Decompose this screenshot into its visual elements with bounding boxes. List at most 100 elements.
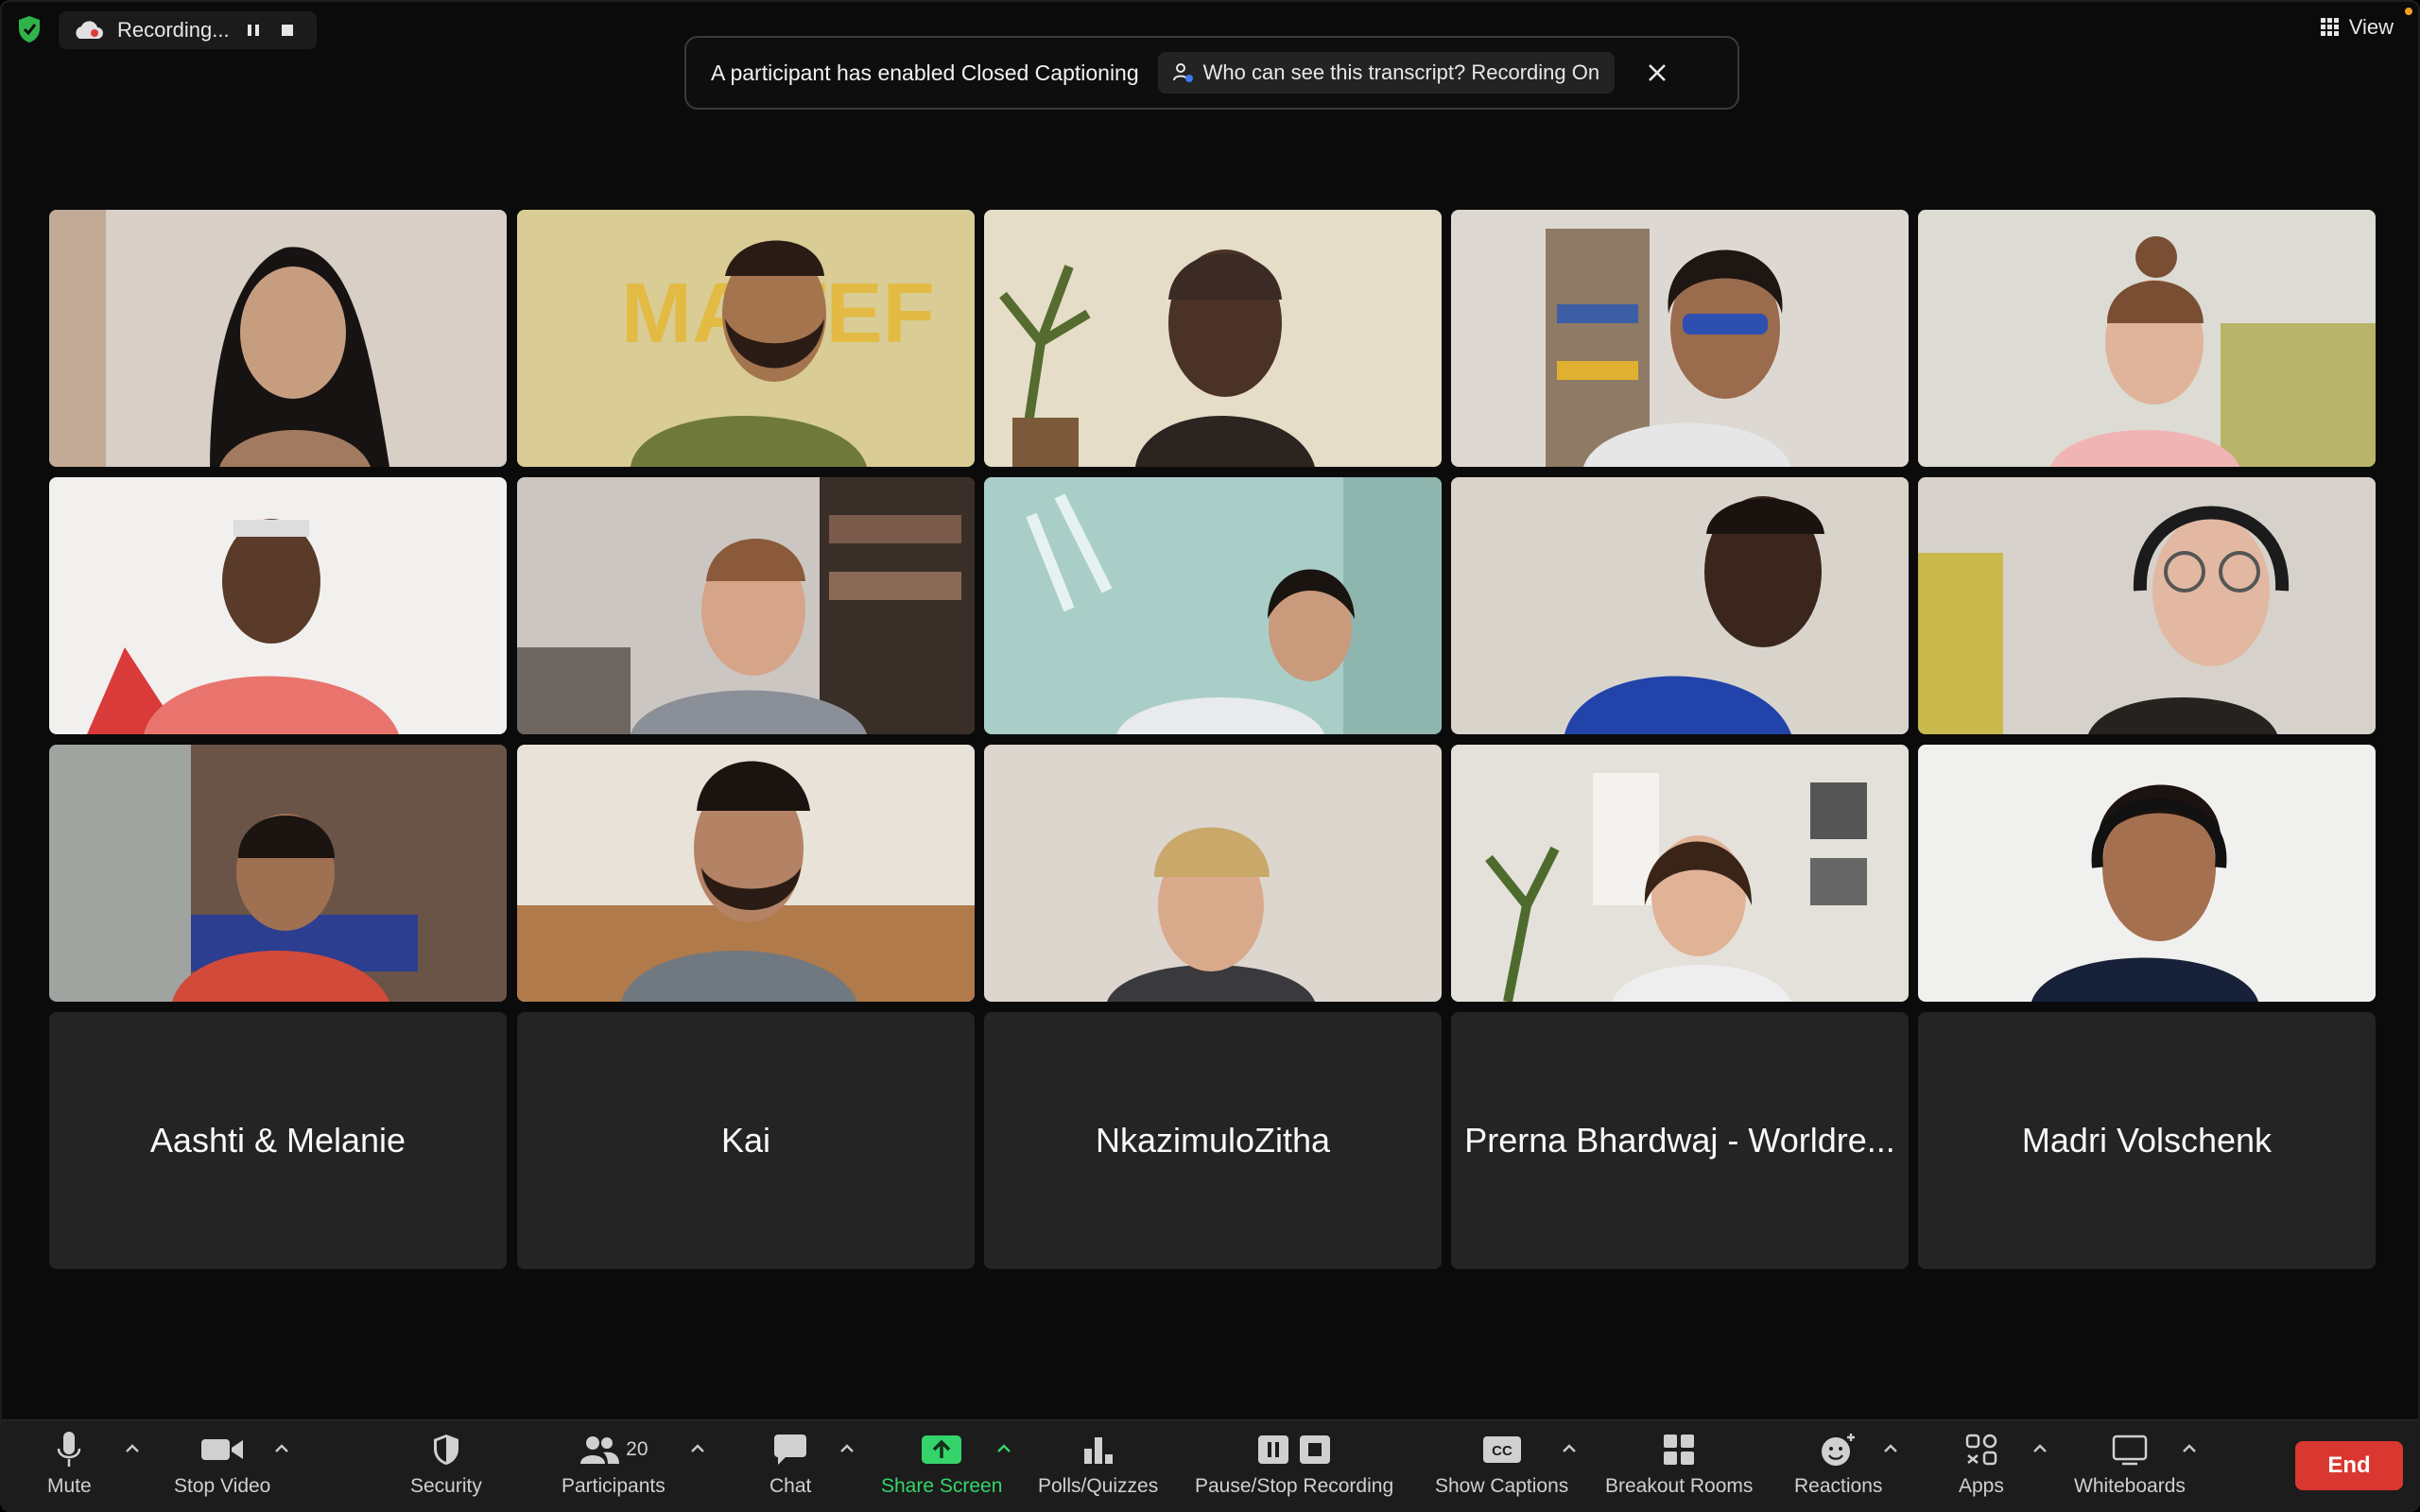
banner-message: A participant has enabled Closed Caption… <box>711 60 1139 85</box>
polls-quizzes-button[interactable]: Polls/Quizzes <box>1038 1428 1158 1498</box>
breakout-rooms-label: Breakout Rooms <box>1605 1475 1754 1497</box>
reactions-button[interactable]: Reactions <box>1794 1428 1882 1498</box>
participant-name-tile[interactable]: Madri Volschenk <box>1918 1012 2376 1269</box>
captions-icon-text: CC <box>1492 1443 1512 1459</box>
participant-video-tile[interactable] <box>1451 477 1909 734</box>
whiteboards-label: Whiteboards <box>2074 1475 2186 1497</box>
reactions-options-chevron-icon[interactable] <box>1881 1441 1900 1456</box>
participant-video-tile[interactable] <box>517 745 975 1002</box>
participant-video-tile[interactable] <box>1918 210 2376 467</box>
participants-button[interactable]: 20 Participants <box>562 1428 666 1498</box>
participant-name: Aashti & Melanie <box>149 1121 406 1160</box>
participant-video-feed <box>1918 477 2376 734</box>
participant-name-tile[interactable]: Prerna Bhardwaj - Worldre... <box>1451 1012 1909 1269</box>
stop-recording-icon[interactable] <box>277 20 298 41</box>
video-options-chevron-icon[interactable] <box>272 1441 291 1456</box>
view-label: View <box>2348 15 2394 39</box>
end-label: End <box>2327 1452 2371 1478</box>
participant-video-tile[interactable] <box>49 745 507 1002</box>
pause-stop-recording-button[interactable]: Pause/Stop Recording <box>1195 1428 1393 1498</box>
pause-recording-icon[interactable] <box>243 20 264 41</box>
participant-video-tile[interactable] <box>1918 477 2376 734</box>
share-screen-label: Share Screen <box>881 1475 1003 1497</box>
person-lock-icon <box>1172 63 1193 82</box>
apps-options-chevron-icon[interactable] <box>2031 1441 2049 1456</box>
end-meeting-button[interactable]: End <box>2295 1441 2403 1490</box>
bar-chart-icon <box>1083 1437 1113 1464</box>
stop-video-button[interactable]: Stop Video <box>174 1428 270 1498</box>
participant-video-tile[interactable] <box>1451 745 1909 1002</box>
apps-button[interactable]: Apps <box>1959 1428 2004 1498</box>
participant-video-tile[interactable] <box>1918 745 2376 1002</box>
closed-caption-banner: A participant has enabled Closed Caption… <box>684 36 1739 110</box>
share-screen-icon <box>922 1435 962 1464</box>
reactions-label: Reactions <box>1794 1475 1883 1497</box>
grid-view-icon <box>2320 18 2339 36</box>
participant-video-feed: MA TEF <box>517 210 975 467</box>
participant-name-tile[interactable]: Kai <box>517 1012 975 1269</box>
transcript-visibility-button[interactable]: Who can see this transcript? Recording O… <box>1157 52 1616 94</box>
notification-dot <box>2405 8 2412 15</box>
video-camera-icon <box>201 1439 244 1460</box>
mute-label: Mute <box>47 1475 92 1497</box>
shield-icon <box>433 1435 458 1465</box>
chat-options-chevron-icon[interactable] <box>838 1441 856 1456</box>
closed-captions-icon: CC <box>1482 1436 1521 1463</box>
stop-video-label: Stop Video <box>174 1475 271 1497</box>
whiteboards-options-chevron-icon[interactable] <box>2180 1441 2199 1456</box>
apps-label: Apps <box>1959 1475 2004 1497</box>
participant-video-feed <box>49 210 507 467</box>
participant-name: Prerna Bhardwaj - Worldre... <box>1464 1121 1895 1160</box>
transcript-visibility-label: Who can see this transcript? Recording O… <box>1202 60 1600 84</box>
participant-video-feed <box>517 477 975 734</box>
participants-label: Participants <box>562 1475 666 1497</box>
participant-video-feed <box>984 210 1442 467</box>
mute-options-chevron-icon[interactable] <box>123 1441 142 1456</box>
encryption-shield-icon[interactable] <box>17 15 42 43</box>
share-options-chevron-icon[interactable] <box>994 1441 1013 1456</box>
participant-video-feed <box>517 745 975 1002</box>
active-speaker-video-tile[interactable]: MA TEF <box>517 210 975 467</box>
security-button[interactable]: Security <box>410 1428 482 1498</box>
breakout-rooms-button[interactable]: Breakout Rooms <box>1605 1428 1753 1498</box>
participants-icon <box>580 1436 620 1464</box>
whiteboards-button[interactable]: Whiteboards <box>2074 1428 2186 1498</box>
close-icon[interactable] <box>1645 60 1669 85</box>
participant-video-tile[interactable] <box>984 477 1442 734</box>
participant-video-tile[interactable] <box>517 477 975 734</box>
participant-video-tile[interactable] <box>984 745 1442 1002</box>
participant-name-tile[interactable]: Aashti & Melanie <box>49 1012 507 1269</box>
security-label: Security <box>410 1475 482 1497</box>
microphone-icon <box>58 1432 81 1467</box>
participant-video-tile[interactable] <box>49 210 507 467</box>
polls-label: Polls/Quizzes <box>1038 1475 1159 1497</box>
participant-video-feed <box>1918 745 2376 1002</box>
participants-options-chevron-icon[interactable] <box>688 1441 707 1456</box>
participant-video-tile[interactable] <box>1451 210 1909 467</box>
participant-name: NkazimuloZitha <box>1095 1121 1331 1160</box>
participant-video-tile[interactable] <box>49 477 507 734</box>
participant-video-feed <box>1918 210 2376 467</box>
participant-name-tile[interactable]: NkazimuloZitha <box>984 1012 1442 1269</box>
captions-options-chevron-icon[interactable] <box>1560 1441 1579 1456</box>
share-screen-button[interactable]: Share Screen <box>881 1428 1002 1498</box>
view-button[interactable]: View <box>2320 15 2394 40</box>
recording-indicator: Recording... <box>59 11 317 49</box>
chat-button[interactable]: Chat <box>769 1428 811 1498</box>
pause-stop-recording-icon <box>1258 1435 1331 1464</box>
participant-name: Kai <box>720 1121 771 1160</box>
smiley-plus-icon <box>1821 1434 1855 1466</box>
show-captions-label: Show Captions <box>1435 1475 1569 1497</box>
participant-video-feed <box>49 477 507 734</box>
cloud-recording-icon <box>76 21 103 39</box>
participant-video-tile[interactable] <box>984 210 1442 467</box>
recording-label: Recording... <box>117 18 230 42</box>
apps-icon <box>1965 1434 1997 1466</box>
chat-label: Chat <box>769 1475 812 1497</box>
show-captions-button[interactable]: CC Show Captions <box>1435 1428 1568 1498</box>
participant-video-feed <box>1451 745 1909 1002</box>
mute-button[interactable]: Mute <box>47 1428 92 1498</box>
participant-count: 20 <box>626 1438 648 1460</box>
participant-video-feed <box>984 477 1442 734</box>
chat-bubble-icon <box>774 1435 807 1465</box>
